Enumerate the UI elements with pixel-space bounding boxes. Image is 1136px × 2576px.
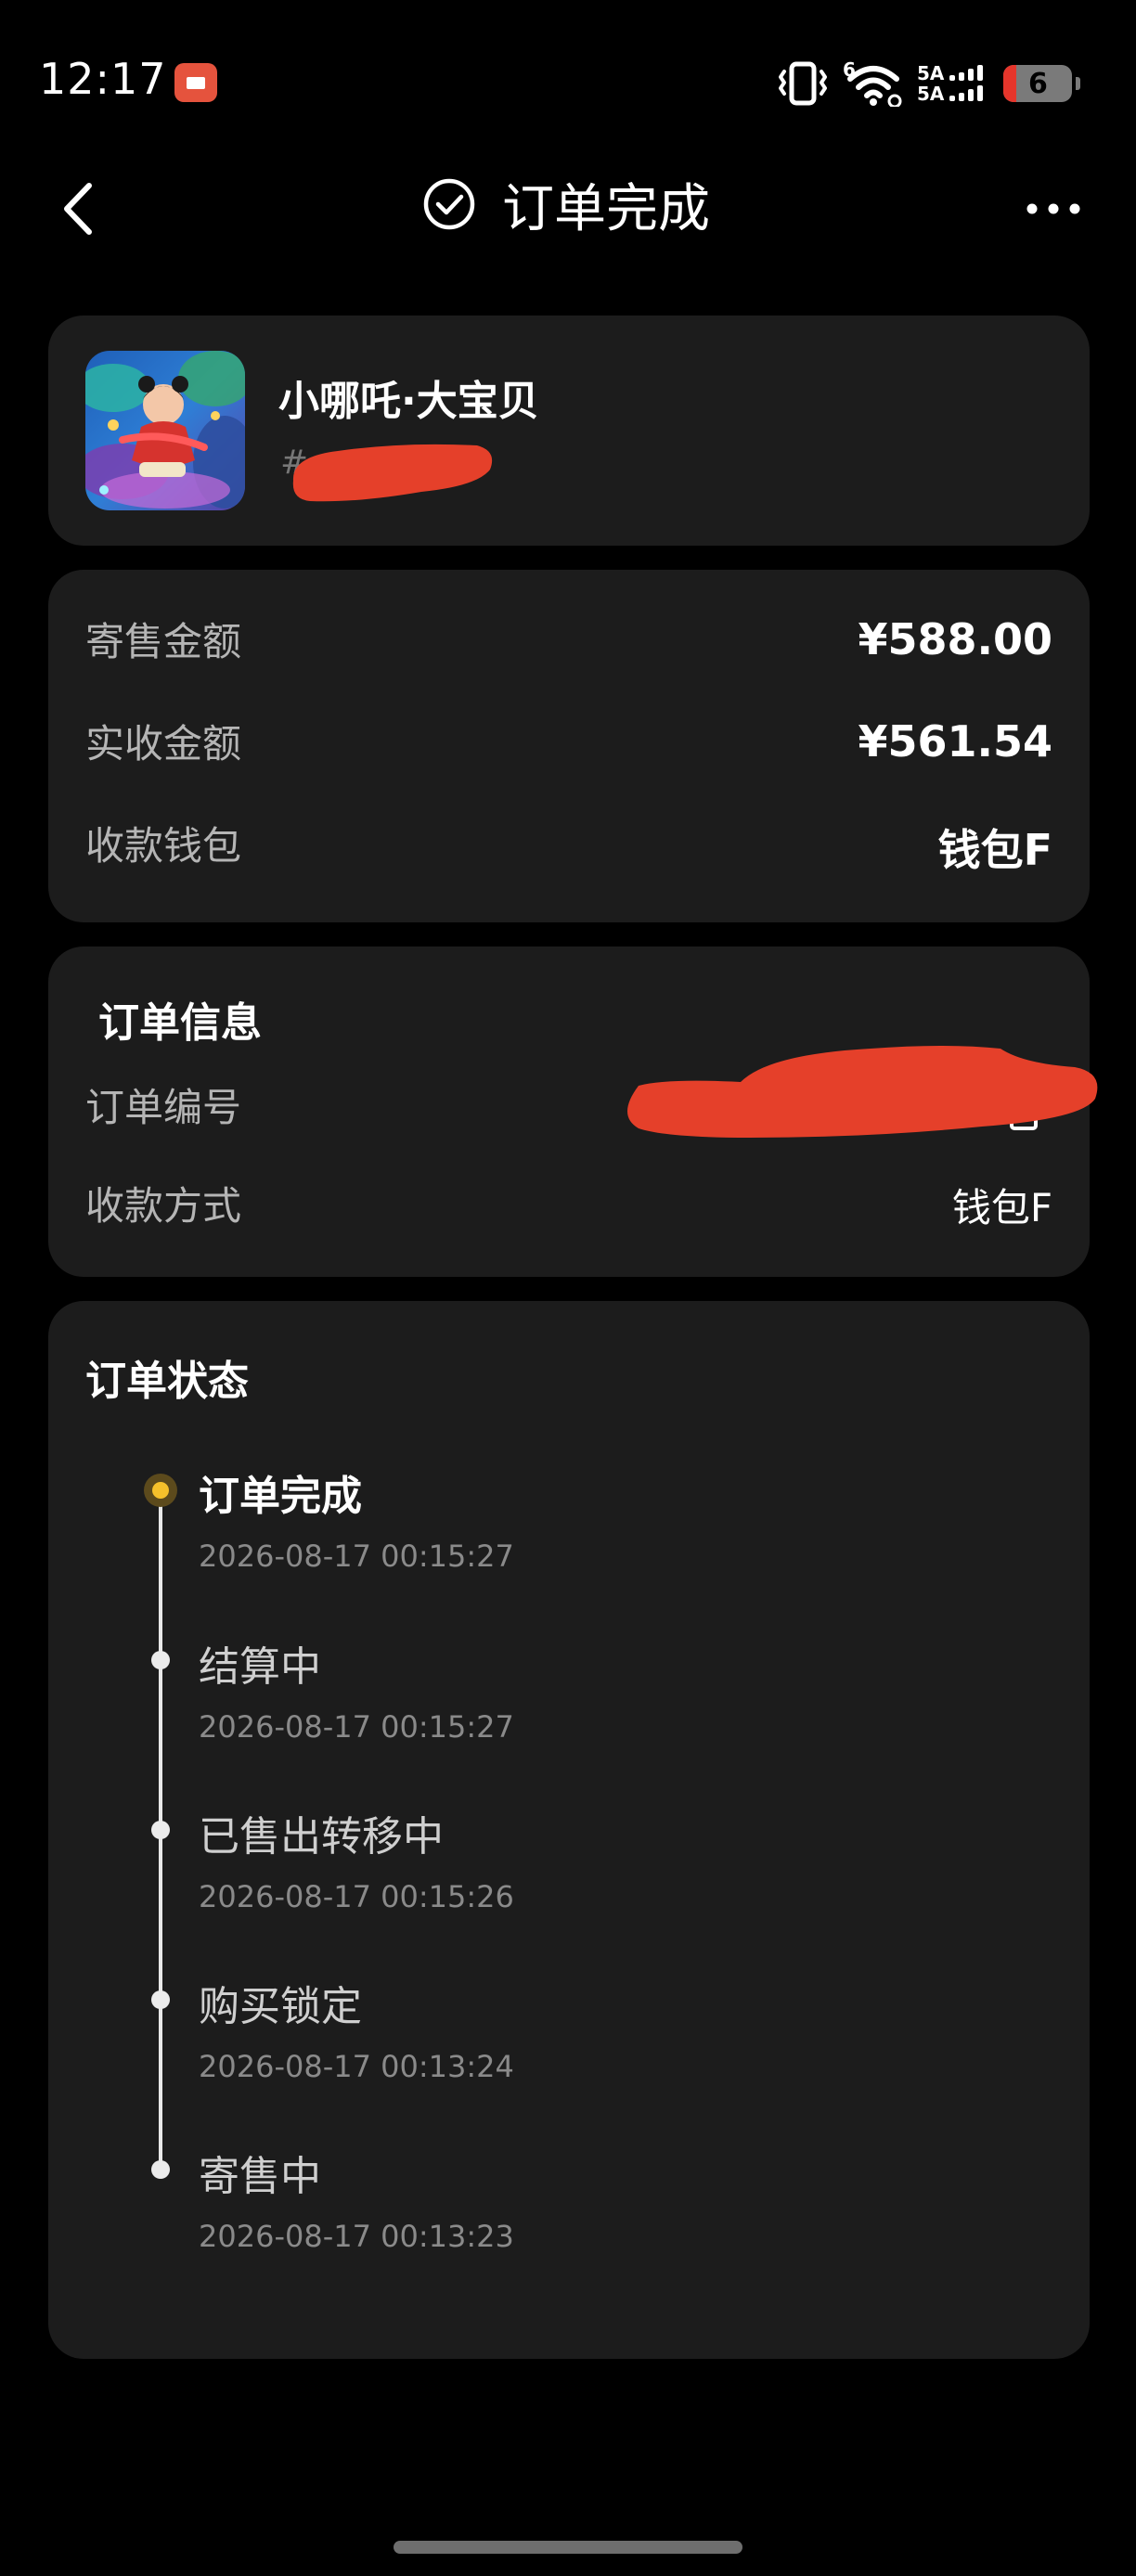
check-circle-icon — [423, 178, 475, 230]
order-info-title: 订单信息 — [98, 999, 262, 1047]
vibrate-icon — [779, 61, 827, 106]
consign-amount-label: 寄售金额 — [85, 619, 242, 664]
timeline-status: 已售出转移中 — [199, 1813, 444, 1861]
page-header: 订单完成 — [422, 167, 710, 241]
consign-amount-value: ¥588.00 — [858, 614, 1052, 664]
amount-card: 寄售金额 ¥588.00 实收金额 ¥561.54 收款钱包 钱包F — [48, 570, 1090, 922]
network-label-1: 5A — [917, 62, 945, 84]
payment-method-value: 钱包F — [951, 1185, 1052, 1230]
order-status-card: 订单状态 订单完成 2026-08-17 00:15:27 结算中 2026-0… — [48, 1301, 1090, 2359]
timeline-dot-active — [144, 1474, 177, 1507]
receiving-wallet-label: 收款钱包 — [85, 823, 242, 869]
timeline-status: 订单完成 — [199, 1473, 362, 1520]
status-icons: 6 5A 5A 6 — [776, 58, 1081, 109]
home-indicator[interactable] — [394, 2541, 742, 2554]
timeline-dot — [151, 1990, 170, 2009]
notification-app-icon — [174, 63, 217, 102]
received-amount-value: ¥561.54 — [858, 716, 1052, 766]
redaction-mark — [292, 444, 493, 502]
battery-level: 6 — [1027, 67, 1048, 100]
timeline-dot — [151, 1651, 170, 1669]
page-title: 订单完成 — [502, 178, 710, 239]
wifi-icon: 6 — [843, 60, 904, 107]
received-amount-label: 实收金额 — [85, 721, 242, 766]
order-number-label: 订单编号 — [85, 1085, 242, 1130]
timeline-dot — [151, 2160, 170, 2179]
order-status-title: 订单状态 — [85, 1358, 249, 1405]
battery-icon: 6 — [1003, 65, 1073, 102]
timeline-time: 2026-08-17 00:13:23 — [199, 2219, 514, 2254]
product-card[interactable]: 小哪吒·大宝贝 # — [48, 316, 1090, 546]
chevron-left-icon[interactable] — [54, 176, 100, 241]
timeline-status: 结算中 — [199, 1643, 321, 1691]
status-time: 12:17 — [39, 54, 167, 104]
more-horizontal-icon[interactable] — [1021, 186, 1086, 232]
cellular-signal-icon: 5A 5A — [917, 62, 990, 105]
timeline-dot — [151, 1821, 170, 1839]
product-thumbnail — [85, 351, 245, 510]
timeline-time: 2026-08-17 00:15:27 — [199, 1539, 514, 1574]
receiving-wallet-value: 钱包F — [937, 825, 1052, 875]
timeline-status: 购买锁定 — [199, 1983, 362, 2030]
redaction-mark — [627, 1046, 1098, 1138]
order-info-card: 订单信息 订单编号 收款方式 钱包F — [48, 947, 1098, 1277]
timeline-time: 2026-08-17 00:13:24 — [199, 2049, 514, 2084]
timeline-time: 2026-08-17 00:15:27 — [199, 1709, 514, 1745]
product-name: 小哪吒·大宝贝 — [278, 378, 539, 425]
timeline-time: 2026-08-17 00:15:26 — [199, 1879, 514, 1914]
timeline-status: 寄售中 — [199, 2153, 321, 2200]
payment-method-label: 收款方式 — [85, 1183, 242, 1229]
network-label-2: 5A — [917, 83, 945, 105]
